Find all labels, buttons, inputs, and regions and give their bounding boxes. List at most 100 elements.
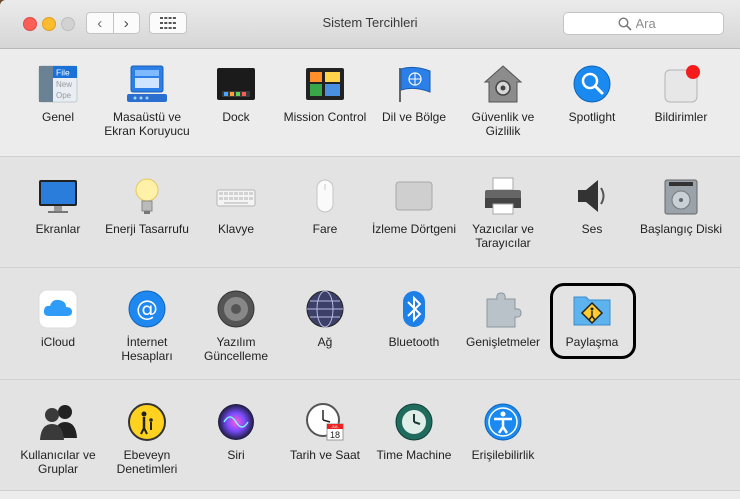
pref-displays[interactable]: Ekranlar xyxy=(14,176,102,236)
pref-label: Bluetooth xyxy=(388,335,440,349)
cloud-icon xyxy=(38,289,78,329)
pref-icloud[interactable]: iCloud xyxy=(14,289,102,349)
pref-trackpad[interactable]: İzleme Dörtgeni xyxy=(370,176,458,236)
svg-text:JUL: JUL xyxy=(331,424,339,429)
pref-label: Ebeveyn Denetimleri xyxy=(116,448,178,476)
pref-network[interactable]: Ağ xyxy=(281,289,369,349)
pref-bluetooth[interactable]: Bluetooth xyxy=(370,289,458,349)
pref-label: Bildirimler xyxy=(654,110,708,124)
sharing-highlight-outline xyxy=(550,283,636,359)
display-icon xyxy=(38,176,78,216)
gear-icon xyxy=(216,289,256,329)
pref-software-update[interactable]: Yazılım Güncelleme xyxy=(192,289,280,363)
pref-label: Dock xyxy=(222,110,250,124)
close-button[interactable] xyxy=(23,17,37,31)
pref-label: Kullanıcılar ve Gruplar xyxy=(20,448,96,476)
bluetooth-icon xyxy=(394,289,434,329)
keyboard-icon xyxy=(216,176,256,216)
search-icon xyxy=(617,16,632,31)
siri-icon xyxy=(216,402,256,442)
pref-label: Spotlight xyxy=(568,110,616,124)
pref-sound[interactable]: Ses xyxy=(548,176,636,236)
svg-text:Ope: Ope xyxy=(56,91,72,100)
pref-label: Güvenlik ve Gizlilik xyxy=(471,110,535,138)
pref-extensions[interactable]: Genişletmeler xyxy=(459,289,547,349)
pref-label: Genel xyxy=(41,110,75,124)
navigation-buttons: ‹ › xyxy=(86,12,140,34)
pref-label: Başlangıç Diski xyxy=(639,222,723,236)
forward-button[interactable]: › xyxy=(113,12,140,34)
pref-label: İzleme Dörtgeni xyxy=(371,222,457,236)
parental-controls-icon xyxy=(127,402,167,442)
pref-mission-control[interactable]: Mission Control xyxy=(281,64,369,124)
pref-language-region[interactable]: Dil ve Bölge xyxy=(370,64,458,124)
pref-time-machine[interactable]: Time Machine xyxy=(370,402,458,462)
chevron-left-icon: ‹ xyxy=(97,14,103,32)
pref-label: iCloud xyxy=(40,335,76,349)
show-all-button[interactable] xyxy=(149,12,187,34)
pref-mouse[interactable]: Fare xyxy=(281,176,369,236)
pref-label: Time Machine xyxy=(376,448,452,462)
speaker-icon xyxy=(572,176,612,216)
house-icon xyxy=(483,64,523,104)
grid-icon xyxy=(160,17,176,29)
svg-text:New: New xyxy=(56,80,72,89)
pref-label: Masaüstü ve Ekran Koruyucu xyxy=(104,110,190,138)
pref-internet-accounts[interactable]: @ İnternet Hesapları xyxy=(103,289,191,363)
back-button[interactable]: ‹ xyxy=(86,12,114,34)
globe-icon xyxy=(305,289,345,329)
mission-control-icon xyxy=(305,64,345,104)
svg-text:@: @ xyxy=(136,297,158,322)
pref-keyboard[interactable]: Klavye xyxy=(192,176,280,236)
hard-disk-icon xyxy=(661,176,701,216)
search-field[interactable] xyxy=(563,12,724,35)
pref-label: Ağ xyxy=(317,335,333,349)
pref-energy-saver[interactable]: Enerji Tasarrufu xyxy=(103,176,191,236)
chevron-right-icon: › xyxy=(123,14,129,32)
pref-label: İnternet Hesapları xyxy=(121,335,173,363)
pref-accessibility[interactable]: Erişilebilirlik xyxy=(459,402,547,462)
users-icon xyxy=(38,402,78,442)
pref-startup-disk[interactable]: Başlangıç Diski xyxy=(637,176,725,236)
pref-label: Ekranlar xyxy=(35,222,81,236)
puzzle-piece-icon xyxy=(483,289,523,329)
printer-icon xyxy=(483,176,523,216)
mouse-icon xyxy=(305,176,345,216)
pref-dock[interactable]: Dock xyxy=(192,64,280,124)
pref-general[interactable]: File New Ope Genel xyxy=(14,64,102,124)
accessibility-icon xyxy=(483,402,523,442)
pref-siri[interactable]: Siri xyxy=(192,402,280,462)
flag-icon xyxy=(394,64,434,104)
search-input[interactable] xyxy=(635,16,670,31)
pref-label: Tarih ve Saat xyxy=(289,448,361,462)
pref-label: Ses xyxy=(581,222,603,236)
minimize-button[interactable] xyxy=(42,17,56,31)
svg-text:18: 18 xyxy=(330,430,340,440)
pref-label: Yazılım Güncelleme xyxy=(203,335,269,363)
pref-label: Dil ve Bölge xyxy=(381,110,447,124)
pref-label: Mission Control xyxy=(283,110,367,124)
pref-desktop-screensaver[interactable]: Masaüstü ve Ekran Koruyucu xyxy=(103,64,191,138)
pref-label: Siri xyxy=(227,448,245,462)
pref-users-groups[interactable]: Kullanıcılar ve Gruplar xyxy=(14,402,102,476)
spotlight-icon xyxy=(572,64,612,104)
pref-label: Genişletmeler xyxy=(465,335,541,349)
time-machine-icon xyxy=(394,402,434,442)
pref-parental-controls[interactable]: Ebeveyn Denetimleri xyxy=(103,402,191,476)
pref-label: Klavye xyxy=(217,222,255,236)
at-sign-icon: @ xyxy=(127,289,167,329)
pref-date-time[interactable]: JUL 18 Tarih ve Saat xyxy=(281,402,369,462)
notifications-icon xyxy=(661,64,701,104)
pref-notifications[interactable]: Bildirimler xyxy=(637,64,725,124)
window-title: Sistem Tercihleri xyxy=(322,15,418,30)
zoom-button[interactable] xyxy=(61,17,75,31)
pref-security-privacy[interactable]: Güvenlik ve Gizlilik xyxy=(459,64,547,138)
pref-label: Erişilebilirlik xyxy=(471,448,535,462)
general-icon: File New Ope xyxy=(38,64,78,104)
dock-icon xyxy=(216,64,256,104)
system-preferences-window: ‹ › Sistem Tercihleri Ara File New Ope G… xyxy=(0,0,740,499)
pref-spotlight[interactable]: Spotlight xyxy=(548,64,636,124)
pref-label: Yazıcılar ve Tarayıcılar xyxy=(472,222,534,250)
desktop-screensaver-icon xyxy=(127,64,167,104)
pref-printers-scanners[interactable]: Yazıcılar ve Tarayıcılar xyxy=(459,176,547,250)
